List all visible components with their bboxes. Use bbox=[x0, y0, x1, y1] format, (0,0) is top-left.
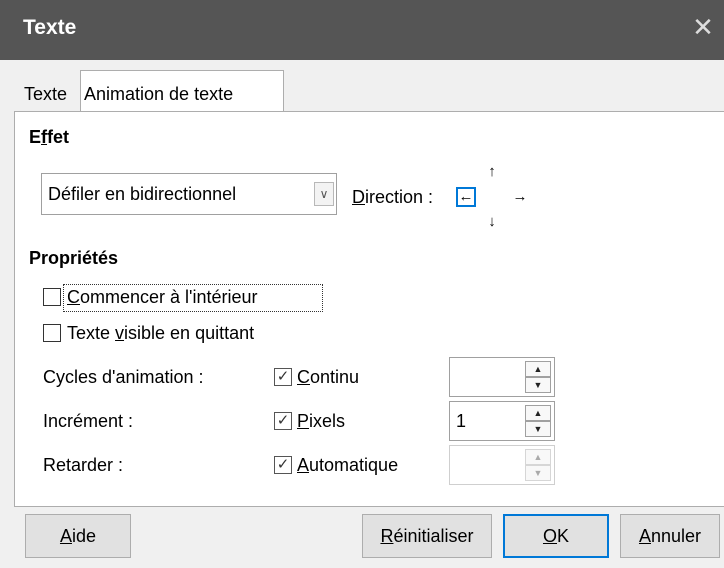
spin-up-icon[interactable]: ▲ bbox=[525, 405, 551, 421]
chevron-down-icon[interactable]: ∨ bbox=[314, 182, 334, 206]
automatic-checkbox[interactable]: ✓ bbox=[274, 456, 292, 474]
reset-button[interactable]: Réinitialiser bbox=[362, 514, 492, 558]
start-inside-label[interactable]: Commencer à l'intérieur bbox=[67, 287, 258, 308]
continuous-label[interactable]: Continu bbox=[297, 367, 359, 388]
effect-select-value: Défiler en bidirectionnel bbox=[48, 184, 237, 204]
tab-animation-de-texte[interactable]: Animation de texte bbox=[80, 70, 284, 113]
cycles-spinbox[interactable]: ▲ ▼ bbox=[449, 357, 555, 397]
continuous-checkbox[interactable]: ✓ bbox=[274, 368, 292, 386]
visible-on-exit-label[interactable]: Texte visible en quittant bbox=[67, 323, 254, 344]
spin-down-icon[interactable]: ▼ bbox=[525, 377, 551, 393]
arrow-left-icon[interactable]: ← bbox=[456, 187, 476, 207]
effect-select[interactable]: Défiler en bidirectionnel ∨ bbox=[41, 173, 337, 215]
visible-on-exit-checkbox[interactable] bbox=[43, 324, 61, 342]
spin-down-icon[interactable]: ▼ bbox=[525, 421, 551, 437]
animation-panel: Effet Défiler en bidirectionnel ∨ Direct… bbox=[14, 111, 724, 507]
direction-label: Direction : bbox=[352, 187, 434, 207]
window-title: Texte bbox=[23, 16, 77, 39]
cancel-button[interactable]: Annuler bbox=[620, 514, 720, 558]
start-inside-checkbox[interactable] bbox=[43, 288, 61, 306]
help-button[interactable]: Aide bbox=[25, 514, 131, 558]
pixels-label[interactable]: Pixels bbox=[297, 411, 345, 432]
ok-button[interactable]: OK bbox=[503, 514, 609, 558]
spin-up-icon: ▲ bbox=[525, 449, 551, 465]
title-bar: Texte ✕ bbox=[0, 0, 724, 60]
spin-up-icon[interactable]: ▲ bbox=[525, 361, 551, 377]
increment-label: Incrément : bbox=[43, 411, 134, 431]
cycles-label: Cycles d'animation : bbox=[43, 367, 204, 387]
increment-value[interactable]: 1 bbox=[456, 411, 466, 432]
delay-label: Retarder : bbox=[43, 455, 124, 475]
tab-texte[interactable]: Texte bbox=[14, 78, 80, 112]
automatic-label[interactable]: Automatique bbox=[297, 455, 398, 476]
effect-heading: Effet bbox=[29, 127, 70, 147]
close-icon[interactable]: ✕ bbox=[690, 14, 716, 40]
spin-down-icon: ▼ bbox=[525, 465, 551, 481]
arrow-right-icon[interactable]: → bbox=[510, 187, 530, 207]
arrow-up-icon[interactable]: ↑ bbox=[482, 162, 502, 182]
properties-heading: Propriétés bbox=[29, 248, 119, 268]
pixels-checkbox[interactable]: ✓ bbox=[274, 412, 292, 430]
delay-spinbox: ▲ ▼ bbox=[449, 445, 555, 485]
increment-spinbox[interactable]: 1 ▲ ▼ bbox=[449, 401, 555, 441]
arrow-down-icon[interactable]: ↓ bbox=[482, 212, 502, 232]
